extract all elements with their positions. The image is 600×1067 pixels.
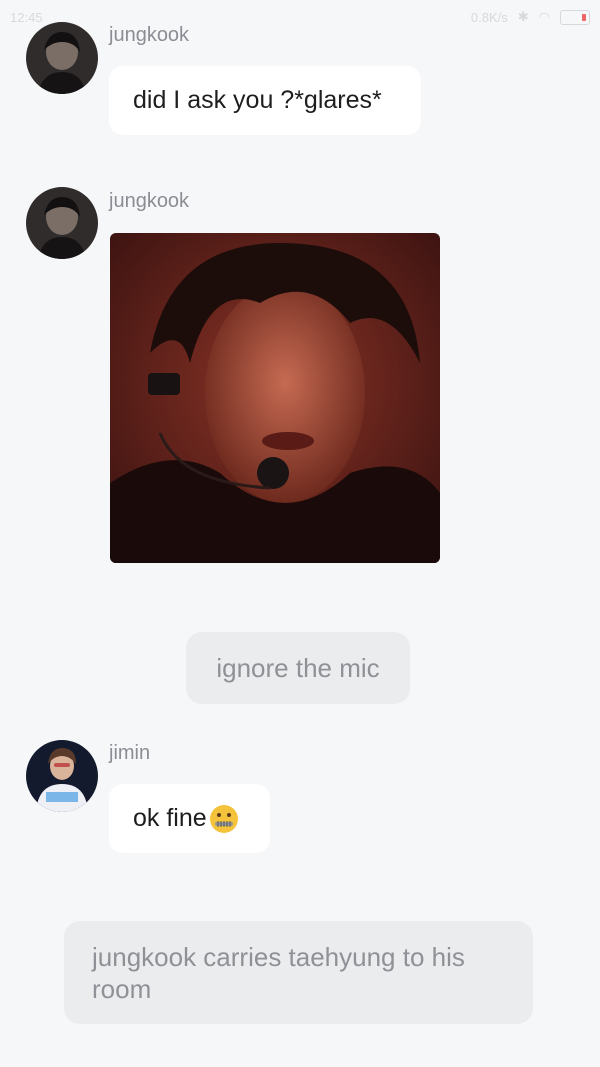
avatar-jungkook[interactable] (26, 22, 98, 94)
sender-name: jimin (109, 742, 151, 764)
message-bubble[interactable]: ok fine (109, 784, 270, 853)
avatar-jungkook[interactable] (26, 187, 98, 259)
sender-name: jungkook (109, 190, 190, 212)
message-text: did I ask you ?*glares* (133, 86, 382, 114)
narration-bubble[interactable]: jungkook carries taehyung to his room (64, 921, 533, 1024)
sender-name: jungkook (109, 24, 190, 46)
status-icons: 0.8K/s ✱ ◠ (471, 9, 590, 25)
wifi-icon: ◠ (538, 9, 550, 24)
narration-bubble[interactable]: ignore the mic (186, 632, 410, 704)
network-speed: 0.8K/s (470, 9, 508, 25)
battery-icon (560, 9, 590, 25)
narration-text: jungkook carries taehyung to his room (92, 942, 465, 1004)
avatar-jimin[interactable] (26, 740, 98, 812)
zipper-mouth-face-icon (209, 804, 239, 834)
message-text: ok fine (133, 804, 207, 832)
photo-message[interactable] (110, 233, 440, 563)
status-bar: 12:45 0.8K/s ✱ ◠ (0, 0, 600, 36)
status-time: 12:45 (10, 10, 43, 25)
message-bubble[interactable]: did I ask you ?*glares* (109, 66, 421, 135)
narration-text: ignore the mic (216, 653, 380, 683)
bluetooth-icon: ✱ (517, 9, 529, 24)
